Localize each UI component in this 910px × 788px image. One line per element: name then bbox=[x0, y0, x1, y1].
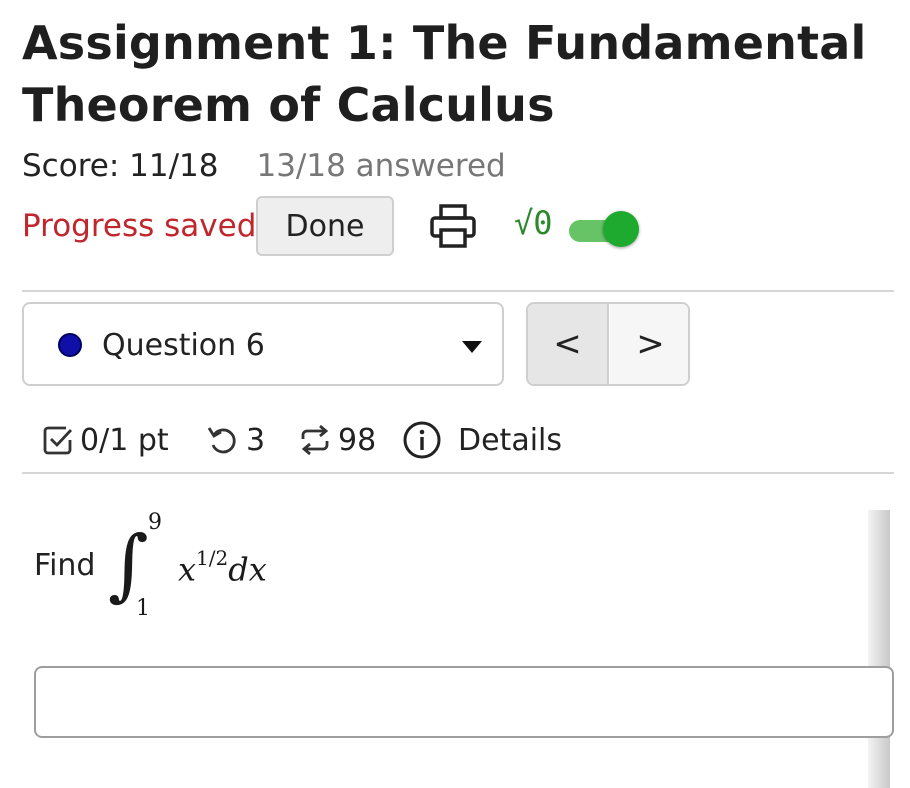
points-value: 0/1 pt bbox=[80, 422, 169, 458]
printer-icon[interactable] bbox=[428, 204, 478, 248]
details-label: Details bbox=[458, 422, 563, 458]
question-nav-group: < > bbox=[526, 302, 690, 386]
scrollbar[interactable] bbox=[868, 510, 890, 788]
undo-icon bbox=[207, 427, 236, 454]
header-divider bbox=[22, 290, 894, 292]
repeat-icon bbox=[301, 424, 329, 456]
score-line: Score: 11/18 13/18 answered bbox=[22, 146, 506, 186]
integral-lower-limit: 1 bbox=[136, 596, 150, 621]
attempts-item: 98 bbox=[298, 418, 376, 462]
math-entry-toggle[interactable]: √0 bbox=[514, 198, 644, 258]
integrand-exponent: 1/2 bbox=[196, 546, 229, 570]
differential: dx bbox=[228, 550, 267, 589]
question-body: Find ∫ 9 1 x1/2dx bbox=[0, 480, 910, 788]
integral-expression: ∫ 9 1 x1/2dx bbox=[108, 510, 308, 630]
integrand: x1/2dx bbox=[178, 546, 267, 589]
integrand-base: x bbox=[178, 550, 197, 589]
math-glyph: √0 bbox=[514, 204, 553, 242]
details-link[interactable]: Details bbox=[402, 418, 562, 462]
assignment-title: Assignment 1: The Fundamental Theorem of… bbox=[22, 16, 867, 132]
points-item: 0/1 pt bbox=[42, 418, 169, 462]
done-button[interactable]: Done bbox=[256, 196, 394, 256]
answered-count: 13/18 answered bbox=[256, 148, 506, 184]
info-icon bbox=[403, 421, 441, 459]
meta-divider bbox=[22, 472, 894, 474]
toggle-knob bbox=[603, 211, 639, 247]
question-select[interactable]: Question 6 bbox=[22, 302, 504, 386]
question-prompt: Find bbox=[34, 548, 96, 583]
question-status-dot bbox=[58, 333, 82, 357]
question-meta-row: 0/1 pt 3 98 Details bbox=[42, 418, 892, 462]
answer-input[interactable] bbox=[34, 666, 894, 738]
previous-question-button[interactable]: < bbox=[528, 304, 609, 384]
integral-upper-limit: 9 bbox=[148, 510, 162, 535]
next-question-button[interactable]: > bbox=[610, 304, 688, 384]
checkbox-icon bbox=[43, 426, 73, 455]
caret-down-icon bbox=[462, 341, 482, 353]
attempts-value: 98 bbox=[338, 422, 377, 458]
retries-item: 3 bbox=[206, 418, 265, 462]
retries-value: 3 bbox=[246, 422, 266, 458]
progress-status: Progress saved bbox=[22, 208, 257, 244]
question-select-label: Question 6 bbox=[102, 328, 265, 363]
score-text: Score: 11/18 bbox=[22, 148, 219, 184]
